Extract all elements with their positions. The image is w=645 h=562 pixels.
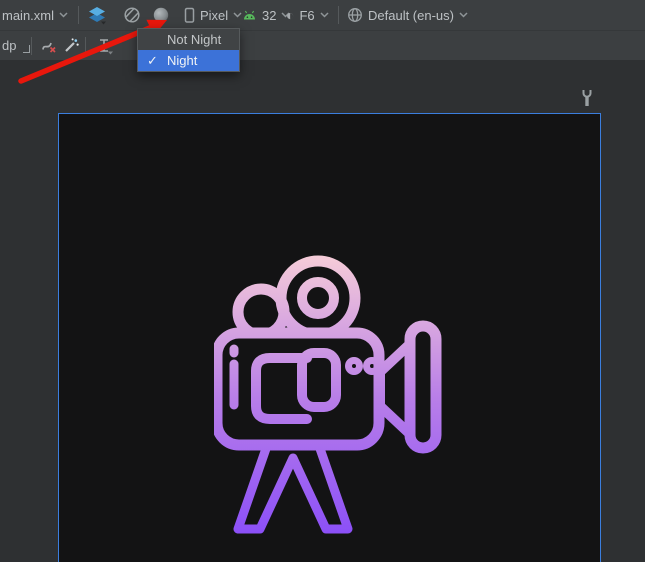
android-icon bbox=[242, 9, 257, 21]
magic-wand-icon bbox=[63, 37, 80, 54]
file-name: main.xml bbox=[2, 8, 54, 23]
chevron-down-icon bbox=[320, 12, 329, 18]
layers-icon bbox=[86, 4, 108, 26]
locale-selector[interactable]: Default (en-us) bbox=[347, 0, 468, 30]
toolbar-separator bbox=[85, 37, 86, 55]
circle-slash-icon bbox=[123, 6, 141, 24]
default-margin-control[interactable]: dp bbox=[2, 31, 30, 60]
device-preview-canvas[interactable] bbox=[58, 113, 601, 562]
locale-name: Default (en-us) bbox=[368, 8, 454, 23]
design-toolbar: main.xml bbox=[0, 0, 645, 31]
api-level: 32 bbox=[262, 8, 276, 23]
configuration-button[interactable] bbox=[580, 88, 594, 113]
margins-selector[interactable] bbox=[93, 31, 117, 60]
theme-selector[interactable]: ◐ F6 bbox=[286, 0, 329, 30]
night-mode-button[interactable] bbox=[149, 0, 173, 30]
chevron-down-icon bbox=[459, 12, 468, 18]
infer-constraints-button[interactable] bbox=[61, 31, 81, 60]
night-mode-icon bbox=[152, 6, 170, 24]
theme-name: F6 bbox=[299, 8, 314, 23]
menu-item-night[interactable]: ✓ Night bbox=[138, 50, 239, 71]
i-beam-margin-icon bbox=[97, 37, 114, 55]
toolbar-separator bbox=[338, 6, 339, 24]
checkmark-icon: ✓ bbox=[147, 50, 163, 71]
chevron-down-icon bbox=[59, 12, 68, 18]
design-surface[interactable] bbox=[0, 60, 645, 562]
phone-icon bbox=[184, 7, 195, 24]
api-level-selector[interactable]: 32 bbox=[242, 0, 290, 30]
margin-value: dp bbox=[2, 38, 16, 53]
constraint-toolbar: dp bbox=[0, 31, 645, 61]
wrench-icon bbox=[580, 88, 594, 108]
orientation-button[interactable] bbox=[120, 0, 144, 30]
clear-constraints-icon bbox=[41, 38, 57, 54]
toolbar-separator bbox=[78, 6, 79, 24]
theme-icon: ◐ bbox=[286, 0, 294, 30]
device-selector[interactable]: Pixel bbox=[184, 0, 242, 30]
globe-icon bbox=[347, 7, 363, 23]
layout-editor: main.xml bbox=[0, 0, 645, 562]
chevron-down-icon bbox=[233, 12, 242, 18]
clear-constraints-button[interactable] bbox=[39, 31, 59, 60]
design-surface-mode-button[interactable] bbox=[85, 0, 109, 30]
night-mode-menu: Not Night ✓ Night bbox=[137, 28, 240, 72]
menu-item-label: Night bbox=[167, 53, 197, 68]
menu-item-not-night[interactable]: Not Night bbox=[138, 29, 239, 50]
device-name: Pixel bbox=[200, 8, 228, 23]
margin-bracket-mark bbox=[23, 45, 30, 53]
video-camera-illustration bbox=[214, 254, 444, 539]
toolbar-separator bbox=[31, 37, 32, 55]
menu-item-label: Not Night bbox=[167, 32, 221, 47]
file-selector[interactable]: main.xml bbox=[2, 0, 68, 30]
